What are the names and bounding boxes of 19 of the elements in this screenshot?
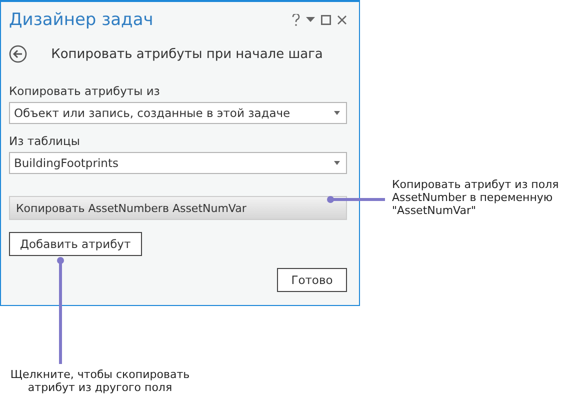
done-button[interactable]: Готово bbox=[277, 268, 347, 292]
maximize-icon[interactable] bbox=[321, 15, 331, 25]
field-label: Из таблицы bbox=[9, 134, 81, 148]
copy-attribute-row[interactable]: Копировать AssetNumberв AssetNumVar bbox=[9, 196, 347, 220]
field-label: Копировать атрибуты из bbox=[9, 84, 161, 98]
window-title: Дизайнер задач bbox=[9, 10, 154, 30]
dropdown-field[interactable]: Объект или запись, созданные в этой задаче bbox=[9, 102, 347, 124]
add-attribute-button[interactable]: Добавить атрибут bbox=[9, 232, 142, 256]
dropdown-field[interactable]: BuildingFootprints bbox=[9, 152, 347, 174]
caret-icon bbox=[334, 111, 340, 115]
close-icon[interactable] bbox=[337, 15, 347, 25]
dropdown-icon[interactable] bbox=[306, 17, 315, 23]
callout-text: Щелкните, чтобы скопировать атрибут из другого поля bbox=[9, 368, 191, 394]
back-icon[interactable] bbox=[9, 45, 27, 63]
caret-icon bbox=[334, 161, 340, 165]
leader-line bbox=[329, 198, 385, 201]
step-title: Копировать атрибуты при начале шага bbox=[50, 46, 324, 62]
help-icon[interactable] bbox=[292, 14, 300, 26]
callout-text: Копировать атрибут из поля AssetNumber в переменную "AssetNumVar" bbox=[392, 178, 560, 217]
